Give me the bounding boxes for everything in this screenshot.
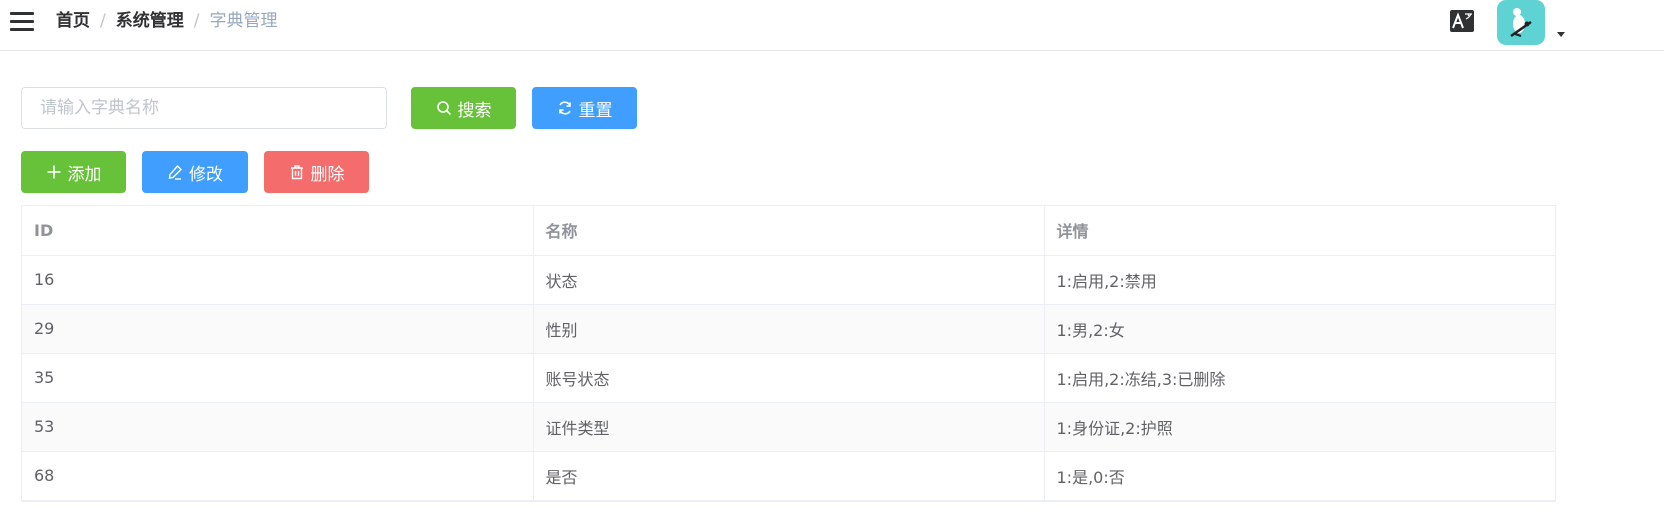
cell-id: 16	[22, 255, 534, 305]
breadcrumb-separator: /	[193, 11, 200, 31]
caret-down-icon[interactable]	[1555, 28, 1567, 40]
breadcrumb: 首页 / 系统管理 / 字典管理	[56, 10, 277, 32]
search-input[interactable]	[21, 87, 387, 129]
table-row[interactable]: 29 性别 1:男,2:女	[22, 304, 1555, 354]
search-button-label: 搜索	[457, 100, 492, 120]
refresh-icon	[558, 101, 571, 115]
plus-icon	[47, 165, 60, 179]
reset-button-label: 重置	[578, 100, 613, 120]
table-header-row: ID 名称 详情	[22, 206, 1555, 256]
cell-name: 状态	[533, 255, 1045, 305]
cell-detail: 1:启用,2:冻结,3:已删除	[1044, 353, 1555, 403]
cell-name: 是否	[533, 451, 1045, 501]
cell-id: 53	[22, 402, 534, 452]
cell-id: 29	[22, 304, 534, 354]
breadcrumb-system[interactable]: 系统管理	[116, 11, 184, 31]
edit-icon	[168, 164, 182, 180]
table-row[interactable]: 53 证件类型 1:身份证,2:护照	[22, 402, 1555, 452]
cell-name: 账号状态	[533, 353, 1045, 403]
cell-name: 证件类型	[533, 402, 1045, 452]
dictionary-table: ID 名称 详情 16 状态 1:启用,2:禁用 29 性别 1:男,2:女 3…	[21, 205, 1556, 502]
table-row[interactable]: 16 状态 1:启用,2:禁用	[22, 255, 1555, 305]
avatar[interactable]	[1497, 0, 1545, 45]
edit-button[interactable]: 修改	[142, 151, 248, 193]
search-icon	[436, 101, 451, 116]
column-header-name[interactable]: 名称	[533, 206, 1045, 256]
column-header-detail[interactable]: 详情	[1044, 206, 1555, 256]
translate-icon[interactable]	[1450, 10, 1474, 32]
table-row[interactable]: 68 是否 1:是,0:否	[22, 451, 1555, 501]
breadcrumb-separator: /	[100, 11, 106, 31]
delete-button-label: 删除	[310, 164, 345, 184]
table-row[interactable]: 35 账号状态 1:启用,2:冻结,3:已删除	[22, 353, 1555, 403]
breadcrumb-home[interactable]: 首页	[56, 11, 90, 31]
add-button[interactable]: 添加	[21, 151, 126, 193]
add-button-label: 添加	[67, 164, 102, 184]
column-header-id[interactable]: ID	[22, 206, 534, 256]
cell-id: 35	[22, 353, 534, 403]
cell-id: 68	[22, 451, 534, 501]
hamburger-icon[interactable]	[10, 12, 34, 32]
cell-detail: 1:男,2:女	[1044, 304, 1555, 354]
trash-icon	[290, 165, 303, 180]
cell-detail: 1:启用,2:禁用	[1044, 255, 1555, 305]
cell-name: 性别	[533, 304, 1045, 354]
navbar: 首页 / 系统管理 / 字典管理	[0, 0, 1664, 51]
delete-button[interactable]: 删除	[264, 151, 369, 193]
cell-detail: 1:身份证,2:护照	[1044, 402, 1555, 452]
cell-detail: 1:是,0:否	[1044, 451, 1555, 501]
breadcrumb-current: 字典管理	[209, 11, 278, 31]
reset-button[interactable]: 重置	[532, 87, 637, 129]
edit-button-label: 修改	[189, 164, 223, 184]
search-button[interactable]: 搜索	[411, 87, 516, 129]
